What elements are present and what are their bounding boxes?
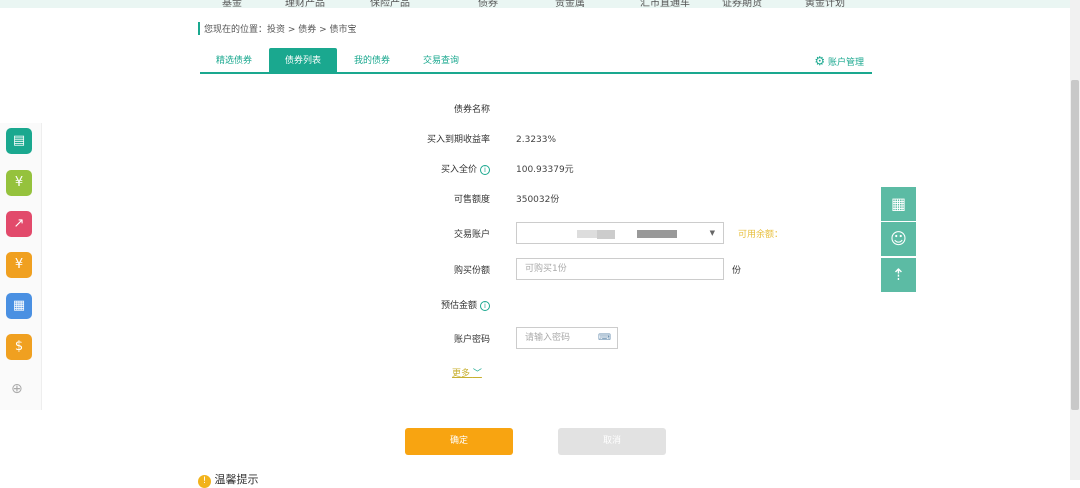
chevron-down-icon: ▼ [709,229,715,237]
chevron-down-icon: ﹀ [472,369,482,379]
nav-item[interactable]: 汇市直通车 [640,0,690,8]
scrollbar[interactable] [1070,0,1080,480]
available-balance-label: 可用余额： [738,230,784,240]
amount-unit: 份 [732,266,742,276]
info-icon[interactable]: i [480,301,490,311]
bond-name-label: 债券名称 [453,105,490,115]
account-manage-label: 账户管理 [827,58,864,68]
password-placeholder: 请输入密码 [525,333,571,343]
account-select[interactable]: ▼ [516,222,724,244]
gear-icon: ⚙ [814,54,826,68]
tab-bar: 精选债券 债券列表 我的债券 交易查询 ⚙ 账户管理 [200,48,872,74]
wallet-icon[interactable]: ▤ [6,128,32,154]
price-value: 100.93379元 [516,165,574,175]
quota-value: 350032份 [516,195,560,205]
tab-bond-list[interactable]: 债券列表 [269,48,337,72]
nav-item[interactable]: 基金 [222,0,242,8]
nav-item[interactable]: 贵金属 [555,0,585,8]
nav-item[interactable]: 理财产品 [285,0,325,8]
amount-input[interactable]: 可购买1份 [516,258,724,280]
nav-item[interactable]: 黄金计划 [805,0,845,8]
yield-value: 2.3233% [516,135,557,145]
warning-icon: ! [198,475,211,488]
tab-my-bonds[interactable]: 我的债券 [338,48,406,72]
price-label: 买入全价 [440,165,477,175]
customer-service-icon[interactable]: ☺ [881,222,916,256]
password-input[interactable]: 请输入密码 ⌨ [516,327,618,349]
more-label: 更多 [452,369,471,379]
nav-item[interactable]: 保险产品 [370,0,410,8]
confirm-button[interactable]: 确定 [405,428,513,455]
nav-item[interactable]: 证券期货 [722,0,762,8]
scrollbar-thumb[interactable] [1071,80,1079,410]
chart-e-icon[interactable]: ↗ [6,211,32,237]
dollar-icon[interactable]: $ [6,334,32,360]
yuan-exchange-icon[interactable]: ¥ [6,170,32,196]
qrcode-icon[interactable]: ▦ [881,187,916,221]
info-icon[interactable]: i [480,165,490,175]
back-to-top-icon[interactable]: ⇡ [881,258,916,292]
account-manage-link[interactable]: ⚙ 账户管理 [814,54,864,68]
password-label: 账户密码 [453,335,490,345]
amount-label: 购买份额 [453,266,490,276]
quota-label: 可售额度 [453,195,490,205]
add-icon[interactable]: ⊕ [11,381,23,397]
account-label: 交易账户 [453,230,490,240]
more-toggle[interactable]: 更多 ﹀ [452,364,482,384]
top-nav: 基金 理财产品 保险产品 债券 贵金属 汇市直通车 证券期货 黄金计划 [0,0,1080,8]
yield-label: 买入到期收益率 [426,135,490,145]
cancel-button[interactable]: 取消 [558,428,666,455]
left-sidebar: ▤ ¥ ↗ ¥ ▦ $ ⊕ [0,123,42,410]
tab-trade-query[interactable]: 交易查询 [407,48,475,72]
card-icon[interactable]: ▦ [6,293,32,319]
tab-featured-bonds[interactable]: 精选债券 [200,48,268,72]
nav-item[interactable]: 债券 [478,0,498,8]
keyboard-icon[interactable]: ⌨ [598,328,611,348]
breadcrumb: 您现在的位置：投资 > 债券 > 债市宝 [198,22,357,35]
coins-icon[interactable]: ¥ [6,252,32,278]
estimate-label: 预估金额 [440,301,477,311]
